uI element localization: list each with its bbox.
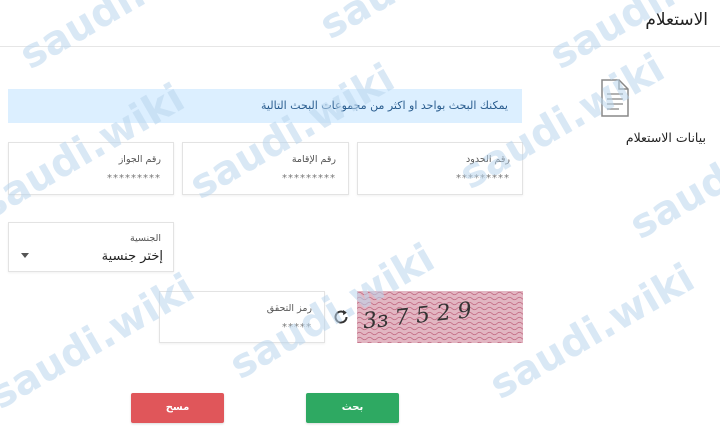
- captcha-input[interactable]: رمز التحقق *****: [159, 291, 325, 343]
- iqama-number-field[interactable]: رقم الإقامة *********: [182, 142, 349, 195]
- border-number-label: رقم الحدود: [466, 154, 510, 165]
- nationality-select[interactable]: الجنسية إختر جنسية: [8, 222, 174, 272]
- iqama-number-value: *********: [282, 173, 336, 184]
- captcha-text: 3ɜ 7 5 2 9: [362, 298, 473, 334]
- captcha-input-label: رمز التحقق: [266, 303, 312, 314]
- section-label: بيانات الاستعلام: [625, 130, 706, 145]
- watermark-text: saudi.wiki: [622, 95, 720, 249]
- clear-button[interactable]: مسح: [131, 393, 224, 423]
- passport-number-field[interactable]: رقم الجواز *********: [8, 142, 174, 195]
- passport-number-value: *********: [107, 173, 161, 184]
- nationality-label: الجنسية: [130, 233, 161, 244]
- chevron-down-icon: [21, 253, 29, 258]
- info-banner: يمكنك البحث بواحد او اكثر من مجموعات الب…: [8, 89, 522, 123]
- info-message: يمكنك البحث بواحد او اكثر من مجموعات الب…: [261, 99, 508, 112]
- passport-number-label: رقم الجواز: [118, 154, 161, 165]
- border-number-field[interactable]: رقم الحدود *********: [357, 142, 523, 195]
- captcha-image: 3ɜ 7 5 2 9: [357, 291, 523, 343]
- border-number-value: *********: [456, 173, 510, 184]
- nationality-value: إختر جنسية: [101, 249, 163, 264]
- page-title: الاستعلام: [645, 10, 708, 30]
- search-button[interactable]: بحث: [306, 393, 399, 423]
- captcha-input-value: *****: [282, 322, 312, 333]
- watermark: saudi.wiki saudi.wiki saudi.wiki saudi.w…: [0, 0, 720, 419]
- document-icon: [601, 79, 629, 117]
- refresh-icon[interactable]: [332, 308, 350, 326]
- iqama-number-label: رقم الإقامة: [291, 154, 336, 165]
- page-header: الاستعلام: [0, 0, 720, 47]
